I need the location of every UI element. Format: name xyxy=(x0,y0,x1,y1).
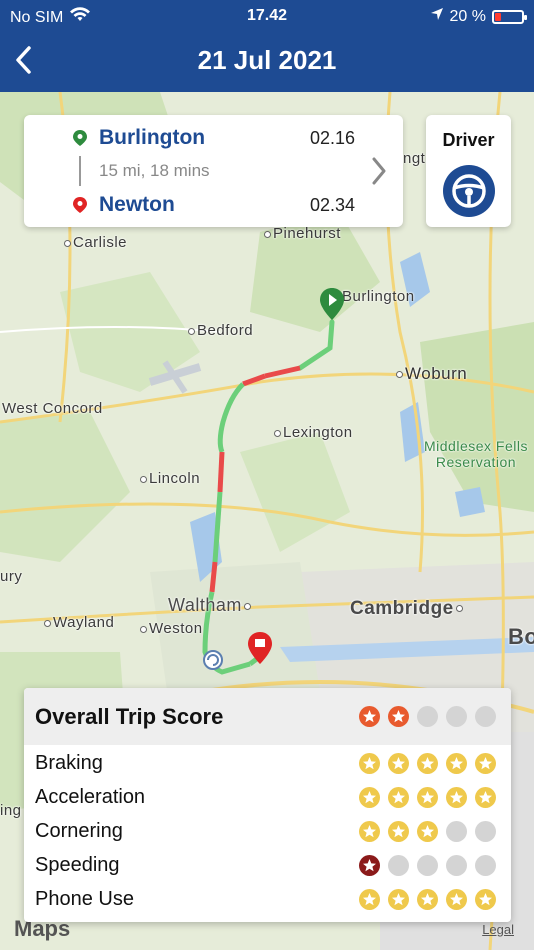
score-label: Phone Use xyxy=(35,888,134,910)
end-pin-icon xyxy=(248,632,272,664)
score-stars xyxy=(359,889,496,910)
star-filled-icon xyxy=(417,821,438,842)
star-empty-icon xyxy=(417,855,438,876)
from-location: Burlington xyxy=(99,126,206,149)
place-label: Wayland xyxy=(44,614,114,631)
star-filled-icon xyxy=(359,787,380,808)
star-filled-icon xyxy=(417,753,438,774)
star-empty-icon xyxy=(417,706,438,727)
star-filled-icon xyxy=(475,753,496,774)
score-stars xyxy=(359,855,496,876)
score-label: Acceleration xyxy=(35,786,146,808)
star-filled-icon xyxy=(475,787,496,808)
place-label: Bo xyxy=(508,624,534,649)
score-stars xyxy=(359,753,496,774)
place-label: Lexington xyxy=(274,424,353,441)
star-filled-icon xyxy=(417,787,438,808)
score-row-braking: Braking xyxy=(24,746,511,780)
place-label: Pinehurst xyxy=(264,225,341,242)
chevron-right-icon xyxy=(372,157,386,185)
star-filled-icon xyxy=(475,889,496,910)
score-stars xyxy=(359,787,496,808)
star-filled-icon xyxy=(388,706,409,727)
battery-percent: 20 % xyxy=(449,7,486,25)
place-label: Burlington xyxy=(342,288,415,305)
star-filled-icon xyxy=(359,821,380,842)
score-row-acceleration: Acceleration xyxy=(24,780,511,814)
place-label: West Concord xyxy=(2,400,103,417)
top-bar: No SIM 17.42 20 % 21 Jul 2021 xyxy=(0,0,534,92)
score-label: Cornering xyxy=(35,820,123,842)
to-pin-icon xyxy=(73,197,87,213)
score-label: Speeding xyxy=(35,854,120,876)
trip-score-panel: Overall Trip Score Braking Acceleration … xyxy=(24,688,511,922)
battery-icon xyxy=(492,9,527,24)
location-arrow-icon xyxy=(430,7,444,26)
star-filled-icon xyxy=(388,753,409,774)
star-filled-icon xyxy=(359,889,380,910)
nav-bar: 21 Jul 2021 xyxy=(0,40,534,80)
driver-button[interactable]: Driver xyxy=(426,115,511,227)
star-filled-icon xyxy=(388,889,409,910)
status-bar: No SIM 17.42 20 % xyxy=(0,6,534,28)
star-empty-icon xyxy=(475,706,496,727)
from-pin-icon xyxy=(73,130,87,146)
star-filled-icon xyxy=(359,855,380,876)
star-empty-icon xyxy=(388,855,409,876)
place-label: Cambridge xyxy=(350,598,465,620)
overall-score-stars xyxy=(359,706,496,727)
trip-distance-duration: 15 mi, 18 mins xyxy=(99,161,210,180)
place-label: Carlisle xyxy=(64,234,127,251)
steering-wheel-icon xyxy=(443,165,495,217)
driver-label: Driver xyxy=(442,130,495,150)
score-row-phone-use: Phone Use xyxy=(24,882,511,916)
trip-summary-card[interactable]: Burlington 15 mi, 18 mins Newton 02.16 0… xyxy=(24,115,403,227)
score-row-speeding: Speeding xyxy=(24,848,511,882)
place-label: Bedford xyxy=(188,322,253,339)
place-label: ury xyxy=(0,568,23,585)
overall-score-header: Overall Trip Score xyxy=(24,688,511,745)
star-empty-icon xyxy=(446,706,467,727)
page-title: 21 Jul 2021 xyxy=(197,45,337,75)
star-filled-icon xyxy=(446,787,467,808)
score-row-cornering: Cornering xyxy=(24,814,511,848)
trip-event-icon xyxy=(203,650,223,670)
place-label: Middlesex Fells Reservation xyxy=(424,438,528,470)
star-empty-icon xyxy=(446,855,467,876)
score-stars xyxy=(359,821,496,842)
star-filled-icon xyxy=(388,821,409,842)
star-filled-icon xyxy=(417,889,438,910)
start-time: 02.16 xyxy=(309,128,355,148)
battery-level xyxy=(495,12,501,21)
place-label: Waltham xyxy=(168,595,253,616)
status-right: 20 % xyxy=(430,7,527,26)
score-label: Braking xyxy=(35,752,103,774)
place-label: Weston xyxy=(140,620,203,637)
overall-score-title: Overall Trip Score xyxy=(35,704,224,729)
star-filled-icon xyxy=(446,753,467,774)
place-label: Woburn xyxy=(396,364,467,384)
place-label: ngt xyxy=(403,150,426,167)
place-label: ing xyxy=(0,802,22,819)
star-filled-icon xyxy=(359,753,380,774)
place-label: Lincoln xyxy=(140,470,200,487)
to-location: Newton xyxy=(99,193,175,216)
route-connector xyxy=(79,156,81,186)
legal-link[interactable]: Legal xyxy=(482,922,514,937)
star-empty-icon xyxy=(446,821,467,842)
star-empty-icon xyxy=(475,855,496,876)
star-filled-icon xyxy=(446,889,467,910)
star-filled-icon xyxy=(388,787,409,808)
start-pin-icon xyxy=(320,288,344,320)
end-time: 02.34 xyxy=(309,195,355,215)
star-filled-icon xyxy=(359,706,380,727)
star-empty-icon xyxy=(475,821,496,842)
